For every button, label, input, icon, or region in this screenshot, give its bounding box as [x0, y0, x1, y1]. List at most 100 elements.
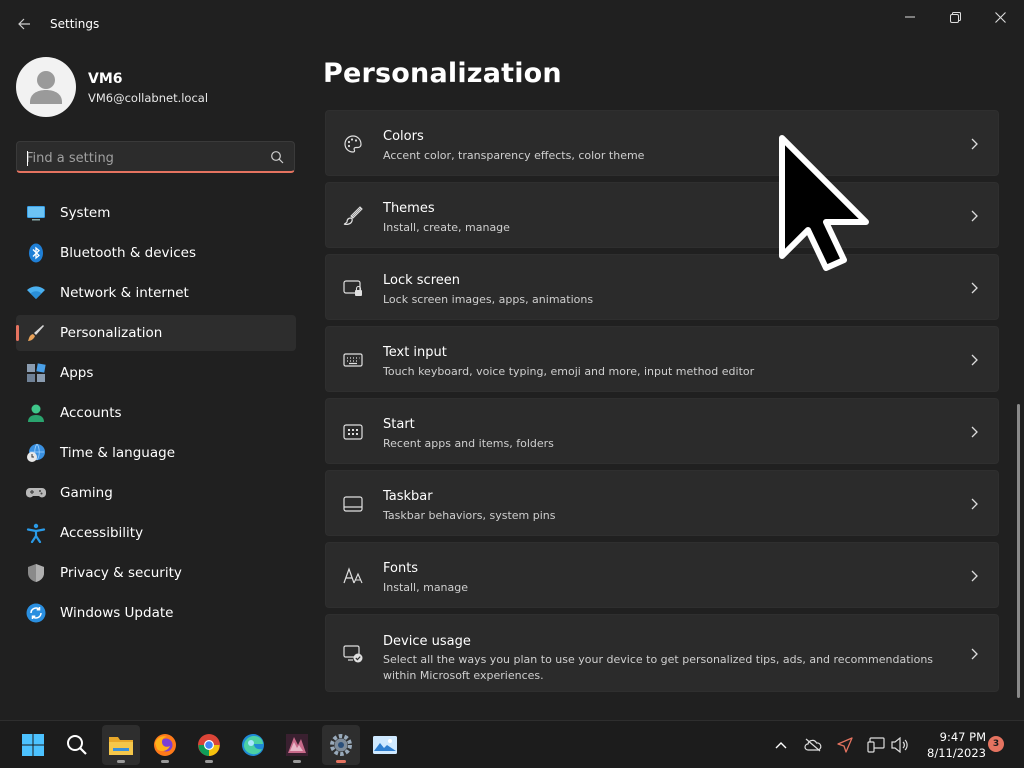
- user-name: VM6: [88, 71, 123, 87]
- brush-icon: [343, 206, 363, 225]
- notification-badge[interactable]: 3: [988, 736, 1004, 752]
- sidebar-item-label: System: [60, 205, 111, 221]
- search-icon[interactable]: [270, 150, 284, 164]
- chevron-right-icon: [971, 354, 978, 366]
- apps-icon: [27, 363, 46, 382]
- card-description: Select all the ways you plan to use your…: [383, 653, 934, 682]
- sidebar-item-network[interactable]: Network & internet: [16, 275, 296, 311]
- sidebar-item-personalization[interactable]: Personalization: [16, 315, 296, 351]
- firefox-icon: [154, 734, 176, 756]
- start-icon: [22, 734, 44, 756]
- search-box[interactable]: [16, 141, 295, 173]
- update-icon: [26, 603, 46, 623]
- back-arrow-icon: [18, 18, 30, 30]
- card-title: Themes: [383, 201, 435, 216]
- minimize-button[interactable]: [895, 6, 925, 28]
- clock-time: 9:47 PM: [939, 730, 986, 744]
- restore-button[interactable]: [940, 6, 970, 28]
- taskbar-chrome[interactable]: [190, 725, 228, 765]
- system-icon: [27, 206, 45, 221]
- card-themes[interactable]: Themes Install, create, manage: [325, 182, 999, 248]
- running-indicator: [161, 760, 169, 763]
- running-indicator: [117, 760, 125, 763]
- globe-clock-icon: [27, 443, 45, 462]
- sidebar-item-bluetooth[interactable]: Bluetooth & devices: [16, 235, 296, 271]
- sidebar-item-label: Windows Update: [60, 605, 174, 621]
- card-colors[interactable]: Colors Accent color, transparency effect…: [325, 110, 999, 176]
- page-title: Personalization: [323, 58, 562, 89]
- user-icon: [30, 71, 62, 104]
- brush-icon: [28, 325, 44, 341]
- card-text-input[interactable]: Text input Touch keyboard, voice typing,…: [325, 326, 999, 392]
- card-lock-screen[interactable]: Lock screen Lock screen images, apps, an…: [325, 254, 999, 320]
- avatar[interactable]: [16, 57, 76, 117]
- clock[interactable]: 9:47 PM 8/11/2023: [916, 729, 986, 761]
- scrollbar[interactable]: [1017, 404, 1020, 698]
- taskbar-media-app[interactable]: [278, 725, 316, 765]
- chevron-up-icon: [775, 742, 787, 749]
- sidebar-item-label: Apps: [60, 365, 94, 381]
- volume-icon: [891, 737, 908, 753]
- bluetooth-icon: [29, 243, 43, 263]
- taskbar-search-button[interactable]: [58, 725, 96, 765]
- card-start[interactable]: Start Recent apps and items, folders: [325, 398, 999, 464]
- running-indicator: [205, 760, 213, 763]
- tray-network[interactable]: [866, 735, 886, 755]
- card-device-usage[interactable]: Device usage Select all the ways you pla…: [325, 614, 999, 692]
- card-title: Colors: [383, 129, 424, 144]
- file-explorer-icon: [109, 737, 133, 755]
- keyboard-icon: [343, 353, 363, 367]
- sidebar-item-label: Personalization: [60, 325, 163, 341]
- card-taskbar[interactable]: Taskbar Taskbar behaviors, system pins: [325, 470, 999, 536]
- chevron-right-icon: [971, 282, 978, 294]
- chevron-right-icon: [971, 570, 978, 582]
- mouse-cursor-icon: [779, 135, 869, 271]
- card-description: Touch keyboard, voice typing, emoji and …: [383, 365, 755, 378]
- sidebar-item-privacy[interactable]: Privacy & security: [16, 555, 296, 591]
- sidebar-item-label: Accessibility: [60, 525, 144, 541]
- sidebar-item-apps[interactable]: Apps: [16, 355, 296, 391]
- text-caret: [27, 151, 28, 166]
- card-fonts[interactable]: Fonts Install, manage: [325, 542, 999, 608]
- app-title: Settings: [50, 17, 100, 31]
- account-icon: [28, 404, 44, 422]
- gamepad-icon: [26, 488, 46, 498]
- taskbar-photos[interactable]: [366, 725, 404, 765]
- tray-location[interactable]: [835, 735, 855, 755]
- search-input[interactable]: [26, 148, 256, 168]
- tray-volume[interactable]: [890, 735, 910, 755]
- start-button[interactable]: [14, 725, 52, 765]
- sidebar-item-accounts[interactable]: Accounts: [16, 395, 296, 431]
- sidebar-item-windows-update[interactable]: Windows Update: [16, 595, 296, 631]
- sidebar-item-system[interactable]: System: [16, 195, 296, 231]
- card-description: Lock screen images, apps, animations: [383, 293, 594, 306]
- location-arrow-icon: [837, 737, 853, 753]
- chevron-right-icon: [971, 648, 978, 660]
- taskbar-settings[interactable]: [322, 725, 360, 765]
- card-title: Device usage: [383, 634, 471, 649]
- taskbar-file-explorer[interactable]: [102, 725, 140, 765]
- back-button[interactable]: [12, 12, 36, 36]
- close-button[interactable]: [985, 6, 1015, 28]
- tray-overflow-button[interactable]: [771, 735, 791, 755]
- card-title: Text input: [383, 345, 447, 360]
- search-icon: [67, 735, 87, 755]
- taskbar-firefox[interactable]: [146, 725, 184, 765]
- sidebar-item-time-language[interactable]: Time & language: [16, 435, 296, 471]
- sidebar-item-label: Privacy & security: [60, 565, 182, 581]
- cloud-offline-icon: [804, 738, 822, 752]
- tray-onedrive[interactable]: [803, 735, 823, 755]
- wifi-icon: [27, 286, 45, 299]
- card-title: Start: [383, 417, 415, 432]
- sidebar-item-accessibility[interactable]: Accessibility: [16, 515, 296, 551]
- sidebar-item-label: Gaming: [60, 485, 113, 501]
- sidebar-item-gaming[interactable]: Gaming: [16, 475, 296, 511]
- device-usage-icon: [343, 645, 363, 663]
- taskbar-edge[interactable]: [234, 725, 272, 765]
- user-email: VM6@collabnet.local: [88, 91, 209, 105]
- clock-date: 8/11/2023: [927, 746, 986, 760]
- palette-icon: [344, 135, 362, 153]
- settings-icon: [330, 734, 352, 756]
- restore-icon: [949, 11, 961, 23]
- shield-icon: [28, 564, 44, 582]
